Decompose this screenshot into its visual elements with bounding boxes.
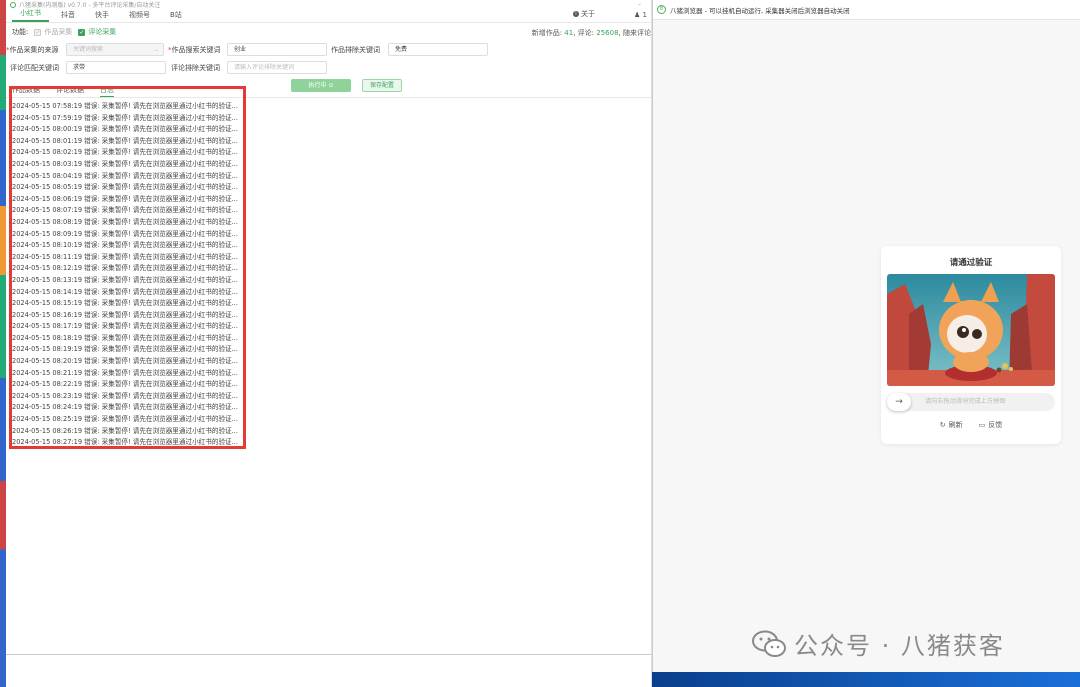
source-label: *作品采集的来源 xyxy=(6,46,59,54)
browser-title: 八猪浏览器 - 可以挂机自动运行, 采集器关闭后浏览器自动关闭 xyxy=(670,6,850,15)
works-collect-checkbox[interactable]: ✓ 作品采集 xyxy=(34,27,72,37)
captcha-actions: ↻ 刷新 ▭ 反馈 xyxy=(881,420,1061,430)
exclude-kw-input[interactable]: 免费 xyxy=(388,43,488,56)
search-kw-label: *作品搜索关键词 xyxy=(168,46,221,54)
about-link[interactable]: i 关于 xyxy=(573,9,595,19)
divider xyxy=(6,654,651,655)
user-menu[interactable]: ♟ 1 xyxy=(634,11,647,19)
form-row-2: 评论匹配关键词 求带 评论排除关键词 请输入评论排除关键词 xyxy=(6,59,651,77)
works-count-label: 新增作品: xyxy=(531,29,563,37)
taskbar xyxy=(652,672,1080,687)
tab-shipinhao[interactable]: 视频号 xyxy=(121,10,158,22)
app-logo-icon xyxy=(10,1,16,8)
feedback-button[interactable]: ▭ 反馈 xyxy=(979,420,1003,430)
comment-match-input[interactable]: 求带 xyxy=(66,61,166,74)
comment-match-label: 评论匹配关键词 xyxy=(10,64,59,72)
slider-hint: 请向右拖动滑块完成上方拼图 xyxy=(925,398,1006,405)
exclude-kw-label: 作品排除关键词 xyxy=(331,46,380,54)
checkbox-check-icon: ✓ xyxy=(78,28,86,36)
source-select[interactable]: 关键词搜索 ⌄ xyxy=(66,43,164,56)
tab-douyin[interactable]: 抖音 xyxy=(53,10,83,22)
platform-tabs: 小红书 抖音 快手 视频号 B站 i 关于 ♟ 1 xyxy=(6,9,651,23)
tab-kuaishou[interactable]: 快手 xyxy=(87,10,117,22)
wechat-icon xyxy=(752,630,786,657)
chevron-down-icon: ⌄ xyxy=(153,46,159,53)
captcha-puzzle-image xyxy=(887,274,1055,386)
browser-titlebar: 8 八猪浏览器 - 可以挂机自动运行, 采集器关闭后浏览器自动关闭 xyxy=(653,0,1080,20)
browser-window: 8 八猪浏览器 - 可以挂机自动运行, 采集器关闭后浏览器自动关闭 请通过验证 xyxy=(652,0,1080,672)
minimize-icon[interactable]: – xyxy=(638,1,641,8)
captcha-slider[interactable]: → 请向右拖动滑块完成上方拼图 xyxy=(887,393,1055,411)
search-kw-input[interactable]: 创业 xyxy=(227,43,327,56)
refresh-button[interactable]: ↻ 刷新 xyxy=(940,420,963,430)
comments-collect-label: 评论采集 xyxy=(88,28,117,36)
works-collect-label: 作品采集 xyxy=(44,28,73,36)
comments-count-label: 评论: xyxy=(577,29,595,37)
watermark-text: 公众号 · 八猪获客 xyxy=(794,632,1005,660)
run-button[interactable]: 执行中 ⊙ xyxy=(291,79,351,92)
watermark: 公众号 · 八猪获客 xyxy=(752,626,1005,661)
slider-arrow-icon[interactable]: → xyxy=(887,393,911,411)
info-icon: i xyxy=(573,11,579,17)
form-row-1: *作品采集的来源 关键词搜索 ⌄ *作品搜索关键词 创业 作品排除关键词 免费 xyxy=(6,41,651,59)
comments-count: 25608 xyxy=(596,29,619,37)
extra-stat-label: 随来评论 xyxy=(623,29,651,37)
source-select-value: 关键词搜索 xyxy=(73,46,104,53)
captcha-title: 请通过验证 xyxy=(949,258,993,268)
browser-logo-icon: 8 xyxy=(657,5,666,14)
refresh-icon: ↻ xyxy=(939,421,946,429)
tab-bilibili[interactable]: B站 xyxy=(162,10,190,22)
about-label: 关于 xyxy=(581,10,595,18)
checkbox-check-icon: ✓ xyxy=(34,28,42,36)
app-titlebar: 八猪采集(内测版) v0.7.0 - 多平台评论采集/自动关注 – xyxy=(6,0,651,9)
tab-xiaohongshu[interactable]: 小红书 xyxy=(12,8,49,22)
user-icon: ♟ xyxy=(634,11,641,19)
collect-stats: 新增作品: 41, 评论: 25608, 随来评论 xyxy=(531,29,651,37)
feedback-icon: ▭ xyxy=(978,421,986,429)
function-row: 功能: ✓ 作品采集 ✓ 评论采集 新增作品: 41, 评论: 25608, 随… xyxy=(6,23,651,41)
function-label: 功能: xyxy=(12,28,29,36)
captcha-dialog: 请通过验证 → 请向右拖动滑块完成上方拼图 ↻ 刷新 ▭ 反馈 xyxy=(881,246,1061,444)
comments-collect-checkbox[interactable]: ✓ 评论采集 xyxy=(78,27,116,37)
refresh-label: 刷新 xyxy=(948,421,963,429)
comment-exclude-label: 评论排除关键词 xyxy=(171,64,220,72)
works-count: 41 xyxy=(564,29,574,37)
highlight-box xyxy=(9,86,246,449)
user-label: 1 xyxy=(642,11,647,19)
save-config-button[interactable]: 保存配置 xyxy=(362,79,402,92)
feedback-label: 反馈 xyxy=(988,421,1003,429)
comment-exclude-input[interactable]: 请输入评论排除关键词 xyxy=(227,61,327,74)
